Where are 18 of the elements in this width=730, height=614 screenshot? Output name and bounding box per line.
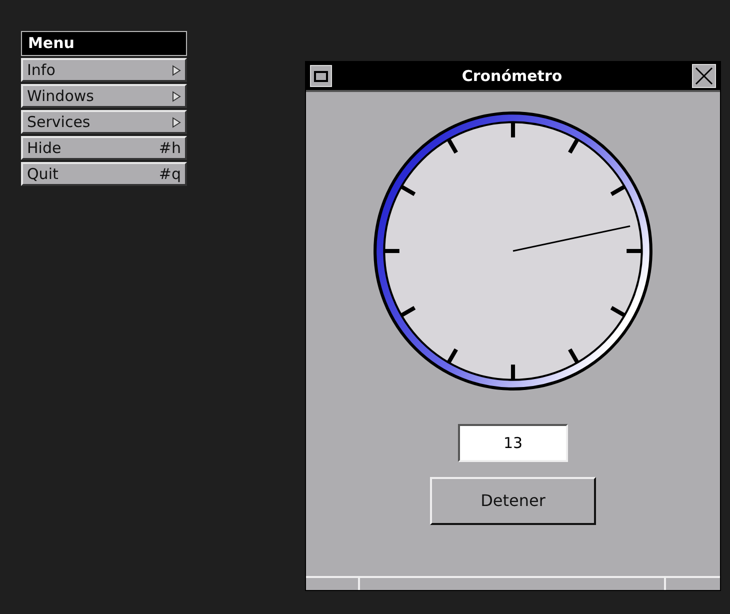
menu-item[interactable]: Windows xyxy=(21,84,187,108)
window-title: Cronómetro xyxy=(462,66,562,87)
submenu-arrow-icon xyxy=(172,64,181,76)
menu-title: Menu xyxy=(21,31,187,56)
submenu-arrow-icon xyxy=(172,116,181,128)
menu-item[interactable]: Services xyxy=(21,110,187,134)
shortcut-label: #h xyxy=(158,138,181,159)
seconds-field[interactable]: 13 xyxy=(458,424,568,462)
window-icon xyxy=(314,70,328,82)
menu-item[interactable]: Quit #q xyxy=(21,162,187,186)
close-icon xyxy=(695,67,713,85)
shortcut-label: #q xyxy=(158,164,181,185)
submenu-arrow-icon xyxy=(172,90,181,102)
stop-button[interactable]: Detener xyxy=(430,477,596,525)
close-button[interactable] xyxy=(692,64,716,88)
menu-item[interactable]: Hide #h xyxy=(21,136,187,160)
miniaturize-button[interactable] xyxy=(310,65,332,87)
menu-item[interactable]: Info xyxy=(21,58,187,82)
